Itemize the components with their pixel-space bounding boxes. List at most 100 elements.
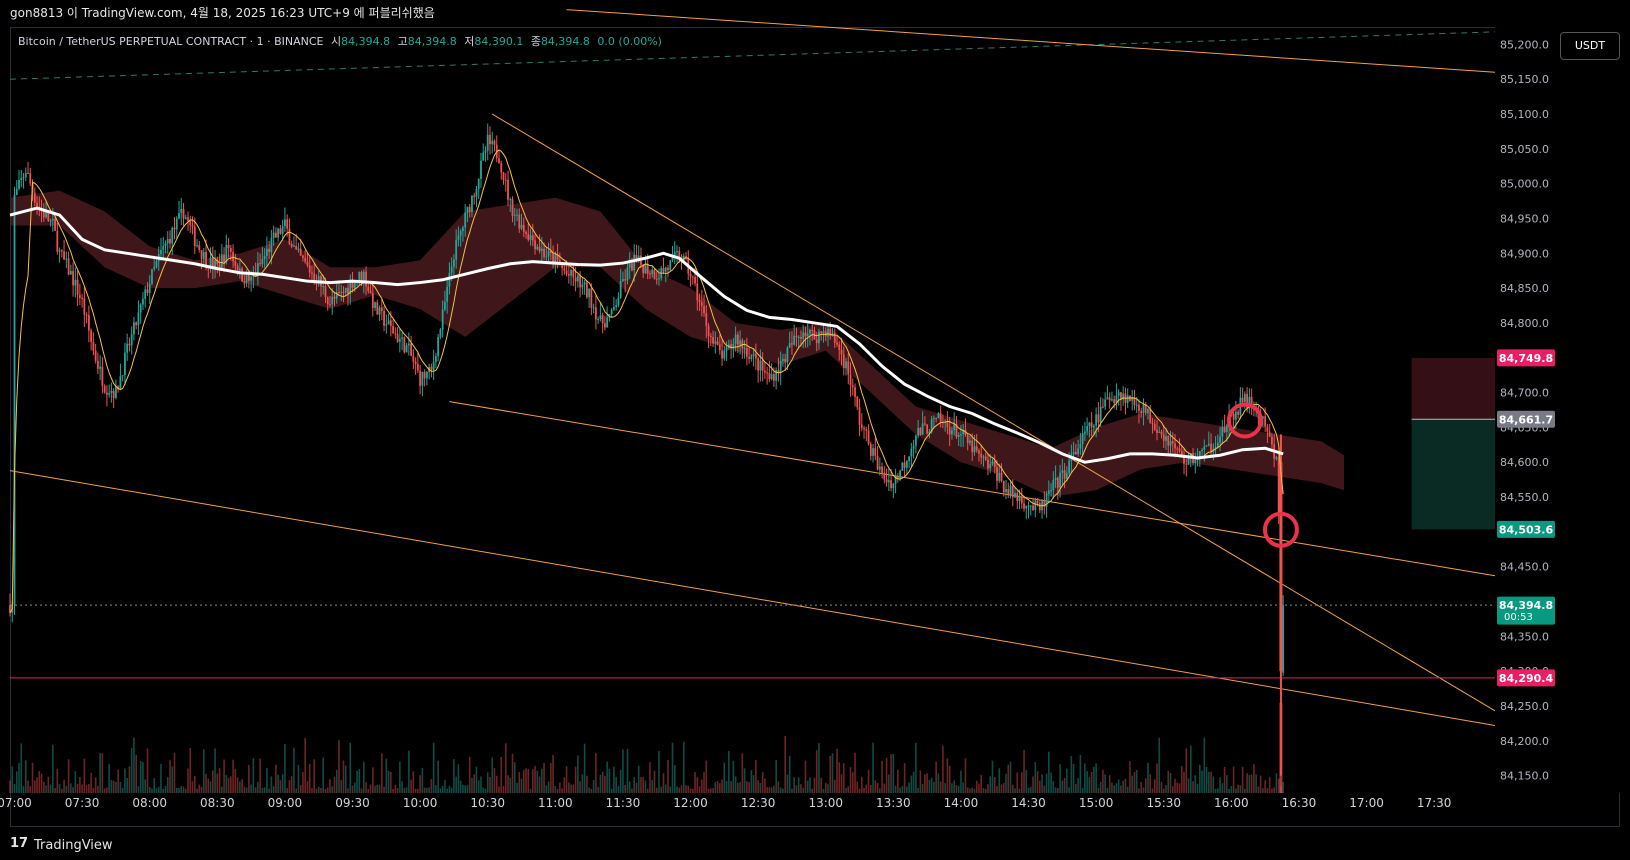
volume-bar xyxy=(299,785,302,793)
volume-bar xyxy=(133,737,135,793)
candle-body xyxy=(890,480,892,488)
candle-body xyxy=(721,350,723,359)
volume-bar xyxy=(942,745,944,793)
volume-bar xyxy=(1160,781,1163,793)
x-tick-label: 12:00 xyxy=(673,796,708,810)
volume-bar xyxy=(1268,777,1271,793)
candle-body xyxy=(689,273,692,277)
candle-body xyxy=(540,248,543,252)
volume-bar xyxy=(49,784,52,793)
candle-body xyxy=(1095,414,1098,426)
volume-bar xyxy=(169,760,171,793)
candle-body xyxy=(347,287,349,294)
candle-body xyxy=(516,214,518,216)
candle-body xyxy=(1138,404,1140,411)
volume-bar xyxy=(881,760,883,793)
candle-body xyxy=(1187,457,1190,465)
volume-bar xyxy=(601,771,604,793)
volume-bar xyxy=(466,784,469,793)
volume-bar xyxy=(394,784,397,793)
volume-bar xyxy=(504,743,507,793)
volume-bar xyxy=(209,781,212,793)
volume-bar xyxy=(746,781,748,793)
volume-bar xyxy=(428,787,430,793)
candle-body xyxy=(626,267,629,281)
candle-body xyxy=(739,340,742,345)
volume-bar xyxy=(1027,787,1030,793)
volume-bar xyxy=(462,784,464,793)
volume-bar xyxy=(252,758,255,793)
volume-bar xyxy=(103,788,106,793)
volume-bar xyxy=(919,770,922,793)
candle-body xyxy=(507,179,509,200)
volume-bar xyxy=(836,748,838,793)
candle-body xyxy=(601,315,604,324)
volume-bar xyxy=(275,764,277,793)
volume-bar xyxy=(441,785,444,793)
currency-button[interactable]: USDT xyxy=(1560,32,1620,60)
x-tick-label: 15:00 xyxy=(1079,796,1114,810)
volume-bar xyxy=(227,778,230,793)
volume-bar xyxy=(101,753,104,793)
time-axis: 07:00 07:30 08:00 08:30 09:00 09:30 10:00 10:30… xyxy=(0,796,1451,810)
candle-body xyxy=(1111,399,1113,401)
volume-bar xyxy=(340,780,343,793)
candle-body xyxy=(374,302,376,309)
candle-body xyxy=(365,271,367,287)
volume-bar xyxy=(870,784,872,793)
candle-body xyxy=(1032,505,1034,510)
volume-bar xyxy=(640,777,642,793)
volume-bar xyxy=(694,772,696,793)
candle-body xyxy=(299,248,302,256)
candle-body xyxy=(570,269,573,276)
volume-bar xyxy=(543,762,545,793)
y-tick-label: 84,350.0 xyxy=(1500,630,1549,643)
volume-bar xyxy=(193,776,196,793)
volume-bar xyxy=(1097,788,1100,793)
y-tick-label: 85,150.0 xyxy=(1500,73,1549,86)
y-tick-label: 84,450.0 xyxy=(1500,561,1549,574)
candle-body xyxy=(421,371,424,386)
volume-bar xyxy=(468,756,471,793)
volume-bar xyxy=(748,782,750,793)
candle-body xyxy=(531,235,534,241)
volume-bar xyxy=(1214,788,1217,793)
volume-bar xyxy=(971,787,974,793)
candle-body xyxy=(1074,451,1077,455)
candle-body xyxy=(1106,397,1109,400)
volume-bar xyxy=(939,781,942,793)
candle-body xyxy=(1160,431,1163,435)
volume-bar xyxy=(664,784,667,793)
volume-bar xyxy=(365,782,367,793)
price-chart[interactable]: 85,200.0 85,150.0 85,100.0 85,050.0 85,000.0… xyxy=(0,0,1630,860)
volume-bar xyxy=(432,742,435,793)
candle-body xyxy=(444,301,446,310)
volume-bar xyxy=(1106,787,1109,793)
volume-bar xyxy=(162,788,165,793)
candle-body xyxy=(180,208,183,214)
candle-body xyxy=(991,461,994,464)
candle-body xyxy=(1135,404,1138,406)
volume-bar xyxy=(1020,772,1023,793)
volume-bar xyxy=(1000,784,1003,793)
open-label: 시 xyxy=(330,35,342,48)
volume-bar xyxy=(858,788,861,793)
candle-body xyxy=(840,350,843,355)
candle-body xyxy=(462,227,464,232)
volume-bar xyxy=(1045,773,1048,793)
volume-bar xyxy=(1201,770,1203,793)
volume-bar xyxy=(797,777,800,793)
volume-bar xyxy=(531,769,534,793)
candle-body xyxy=(394,333,397,335)
candle-body xyxy=(705,313,708,326)
volume-bar xyxy=(410,779,412,793)
candle-body xyxy=(378,307,381,315)
candle-body xyxy=(24,172,27,178)
candle-body xyxy=(980,453,983,458)
volume-bar xyxy=(964,758,967,793)
volume-bar xyxy=(9,780,11,793)
volume-bar xyxy=(541,768,543,793)
volume-bar xyxy=(604,775,606,793)
volume-bar xyxy=(901,786,904,793)
candle-body xyxy=(360,272,363,282)
